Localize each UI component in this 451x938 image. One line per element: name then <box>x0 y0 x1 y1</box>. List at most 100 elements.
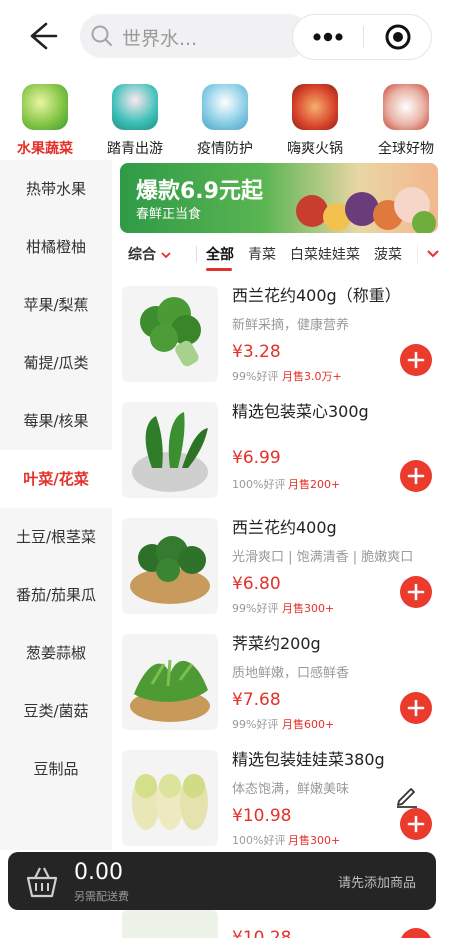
filter-bar: 综合 全部 青菜 白菜娃娃菜 菠菜 <box>112 238 451 274</box>
category-label: 踏青出游 <box>107 141 163 157</box>
sidebar-item-apple-pear[interactable]: 苹果/梨蕉 <box>0 276 112 334</box>
search-input[interactable]: 世界水... <box>80 14 310 58</box>
promo-banner[interactable]: 爆款6.9元起 春鲜正当食 <box>120 163 438 233</box>
category-row: 水果蔬菜 踏青出游 疫情防护 嗨爽火锅 全球好物 <box>0 80 451 160</box>
shopping-basket-icon[interactable] <box>22 862 62 902</box>
sidebar-item-grape-melon[interactable]: 葡提/瓜类 <box>0 334 112 392</box>
product-rating: 99%好评 <box>232 370 279 383</box>
add-to-cart-button[interactable] <box>400 460 432 492</box>
hotpot-icon <box>292 84 338 130</box>
category-fruit-veg[interactable]: 水果蔬菜 <box>0 80 90 160</box>
product-card-partial[interactable]: ¥10.28 <box>112 910 451 938</box>
tab-spinach[interactable]: 菠菜 <box>374 244 402 264</box>
sidebar-item-tropical-fruit[interactable]: 热带水果 <box>0 160 112 218</box>
product-card[interactable]: 荠菜约200g 质地鲜嫩，口感鲜香 ¥7.68 99%好评 月售600+ <box>112 630 451 746</box>
product-image <box>122 910 218 938</box>
header: 世界水... <box>0 0 451 74</box>
add-to-cart-button[interactable] <box>400 928 432 938</box>
banner-headline: 爆款6.9元起 <box>136 179 263 204</box>
cart-hint: 请先添加商品 <box>338 876 417 891</box>
produce-illustration-icon <box>296 187 436 233</box>
category-global[interactable]: 全球好物 <box>361 80 451 160</box>
filter-divider <box>196 246 197 262</box>
baby-cabbage-image <box>122 750 218 846</box>
product-rating: 100%好评 <box>232 478 286 491</box>
sidebar-item-tofu[interactable]: 豆制品 <box>0 740 112 798</box>
add-to-cart-button[interactable] <box>400 344 432 376</box>
tab-all[interactable]: 全部 <box>206 244 234 264</box>
plus-icon <box>407 699 425 717</box>
plus-icon <box>407 467 425 485</box>
sort-label: 综合 <box>128 247 156 263</box>
plus-icon <box>407 815 425 833</box>
broccoli-board-image <box>122 518 218 614</box>
category-hotpot[interactable]: 嗨爽火锅 <box>270 80 360 160</box>
sidebar-item-citrus[interactable]: 柑橘橙柚 <box>0 218 112 276</box>
sidebar-item-leafy-veg[interactable]: 叶菜/花菜 <box>0 450 112 508</box>
product-price: ¥6.80 <box>232 574 281 594</box>
product-card[interactable]: 精选包装菜心300g ¥6.99 100%好评 月售200+ <box>112 398 451 514</box>
sidebar-item-berry[interactable]: 莓果/核果 <box>0 392 112 450</box>
chevron-down-icon <box>161 252 171 259</box>
product-price: ¥10.28 <box>232 928 292 938</box>
sidebar-item-root-veg[interactable]: 土豆/根茎菜 <box>0 508 112 566</box>
product-rating: 99%好评 <box>232 718 279 731</box>
category-label: 全球好物 <box>378 141 434 157</box>
product-desc: 光滑爽口 | 饱满清香 | 脆嫩爽口 <box>232 550 414 565</box>
product-name: 西兰花约400g <box>232 518 337 537</box>
category-label: 疫情防护 <box>197 141 253 157</box>
tab-cabbage[interactable]: 白菜娃娃菜 <box>290 244 360 264</box>
global-goods-icon <box>383 84 429 130</box>
product-sold: 月售300+ <box>282 602 335 615</box>
edit-pencil-icon[interactable] <box>394 782 420 808</box>
product-desc: 体态饱满，鲜嫩美味 <box>232 782 350 797</box>
product-name: 荠菜约200g <box>232 634 321 653</box>
target-close-icon[interactable] <box>364 15 432 59</box>
shepherds-purse-image <box>122 634 218 730</box>
search-placeholder: 世界水... <box>122 28 198 50</box>
broccoli-image <box>122 286 218 382</box>
product-desc: 新鲜采摘，健康营养 <box>232 318 350 333</box>
product-card[interactable]: 西兰花约400g 光滑爽口 | 饱满清香 | 脆嫩爽口 ¥6.80 99%好评 … <box>112 514 451 630</box>
add-to-cart-button[interactable] <box>400 808 432 840</box>
product-price: ¥6.99 <box>232 448 281 468</box>
product-price: ¥10.98 <box>232 806 292 826</box>
product-name: 精选包装菜心300g <box>232 402 369 421</box>
fruit-veg-icon <box>22 84 68 130</box>
product-price: ¥7.68 <box>232 690 281 710</box>
delivery-fee-note: 另需配送费 <box>74 890 129 903</box>
product-card[interactable]: 西兰花约400g（称重） 新鲜采摘，健康营养 ¥3.28 99%好评 月售3.0… <box>112 282 451 398</box>
product-name: 精选包装娃娃菜380g <box>232 750 385 769</box>
cart-bar[interactable]: 0.00 另需配送费 请先添加商品 <box>8 852 436 910</box>
back-arrow-icon[interactable] <box>24 18 60 54</box>
product-rating: 99%好评 <box>232 602 279 615</box>
protection-icon <box>202 84 248 130</box>
tab-green-veg[interactable]: 青菜 <box>248 244 276 264</box>
cart-total: 0.00 <box>74 860 123 885</box>
product-sold: 月售3.0万+ <box>282 370 342 383</box>
chevron-down-icon <box>427 250 439 258</box>
product-sold: 月售600+ <box>282 718 335 731</box>
add-to-cart-button[interactable] <box>400 692 432 724</box>
product-sold: 月售300+ <box>288 834 341 847</box>
category-outing[interactable]: 踏青出游 <box>90 80 180 160</box>
product-rating: 100%好评 <box>232 834 286 847</box>
mini-program-capsule <box>292 14 432 60</box>
add-to-cart-button[interactable] <box>400 576 432 608</box>
filter-expand-button[interactable] <box>417 244 447 264</box>
more-dots-icon[interactable] <box>293 15 363 59</box>
search-icon <box>90 24 114 52</box>
sidebar: 热带水果 柑橘橙柚 苹果/梨蕉 葡提/瓜类 莓果/核果 叶菜/花菜 土豆/根茎菜… <box>0 160 112 850</box>
product-name: 西兰花约400g（称重） <box>232 286 401 305</box>
sidebar-item-beans-mushroom[interactable]: 豆类/菌菇 <box>0 682 112 740</box>
sort-dropdown[interactable]: 综合 <box>128 244 171 264</box>
sidebar-item-tomato[interactable]: 番茄/茄果瓜 <box>0 566 112 624</box>
product-desc: 质地鲜嫩，口感鲜香 <box>232 666 350 681</box>
product-sold: 月售200+ <box>288 478 341 491</box>
product-price: ¥3.28 <box>232 342 281 362</box>
outing-icon <box>112 84 158 130</box>
page: 世界水... 水果蔬菜 踏青出游 疫情防护 嗨爽火锅 全球好物 热带水果 柑橘橙… <box>0 0 451 938</box>
sidebar-item-aromatics[interactable]: 葱姜蒜椒 <box>0 624 112 682</box>
category-protection[interactable]: 疫情防护 <box>180 80 270 160</box>
banner-subline: 春鲜正当食 <box>136 207 202 222</box>
